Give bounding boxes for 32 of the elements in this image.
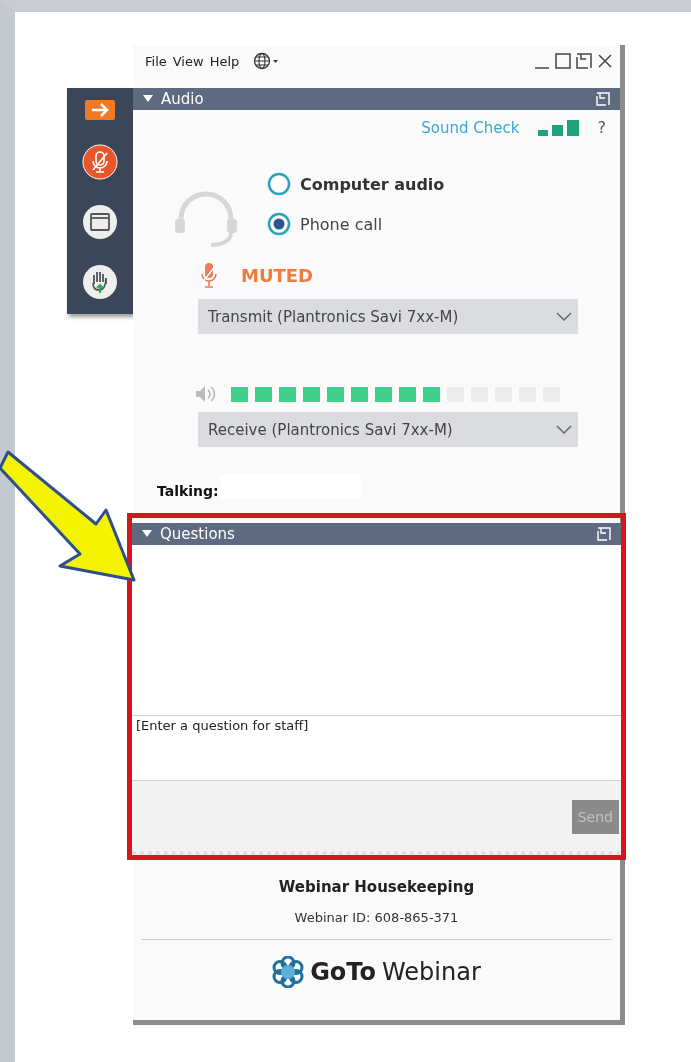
collapse-triangle-icon[interactable] (143, 95, 153, 103)
device-dropdown[interactable]: Transmit (Plantronics Savi 7xx-M) (198, 299, 578, 334)
chevron-down-icon[interactable] (556, 424, 572, 435)
radio-option[interactable]: Computer audio (267, 167, 445, 201)
speaker-icon (195, 384, 217, 404)
audio-panel-header[interactable]: Audio (133, 88, 620, 110)
muted-status: MUTED (241, 264, 314, 286)
raised-hand-icon[interactable] (82, 264, 118, 300)
popout-icon[interactable] (575, 52, 593, 70)
webinar-title: Webinar Housekeeping (278, 878, 475, 896)
menu-item[interactable]: View (172, 53, 204, 69)
menu-item[interactable]: File (145, 53, 167, 69)
questions-panel-header[interactable]: Questions (132, 523, 621, 545)
radio-option[interactable]: Phone call (267, 207, 445, 241)
window-icon[interactable] (82, 204, 118, 240)
device-dropdown[interactable]: Receive (Plantronics Savi 7xx-M) (198, 412, 578, 447)
signal-bars-icon (537, 119, 580, 136)
radio-button-icon[interactable] (267, 212, 291, 236)
question-input-field[interactable]: [Enter a question for staff] (132, 715, 621, 781)
brand-logo: GoTo Webinar (272, 956, 481, 988)
microphone-icon[interactable] (82, 144, 118, 180)
radio-button-icon[interactable] (267, 172, 291, 196)
collapse-triangle-icon[interactable] (142, 530, 152, 538)
headset-icon (173, 189, 239, 247)
help-button[interactable]: ? (597, 118, 606, 137)
menu-item[interactable]: Help (209, 53, 240, 69)
close-icon[interactable] (596, 52, 614, 70)
chevron-down-icon[interactable] (556, 311, 572, 322)
webinar-id: Webinar ID: 608-865-371 (141, 910, 612, 940)
globe-icon[interactable] (253, 52, 280, 70)
maximize-icon[interactable] (554, 52, 572, 70)
talking-label: Talking: (157, 483, 219, 499)
